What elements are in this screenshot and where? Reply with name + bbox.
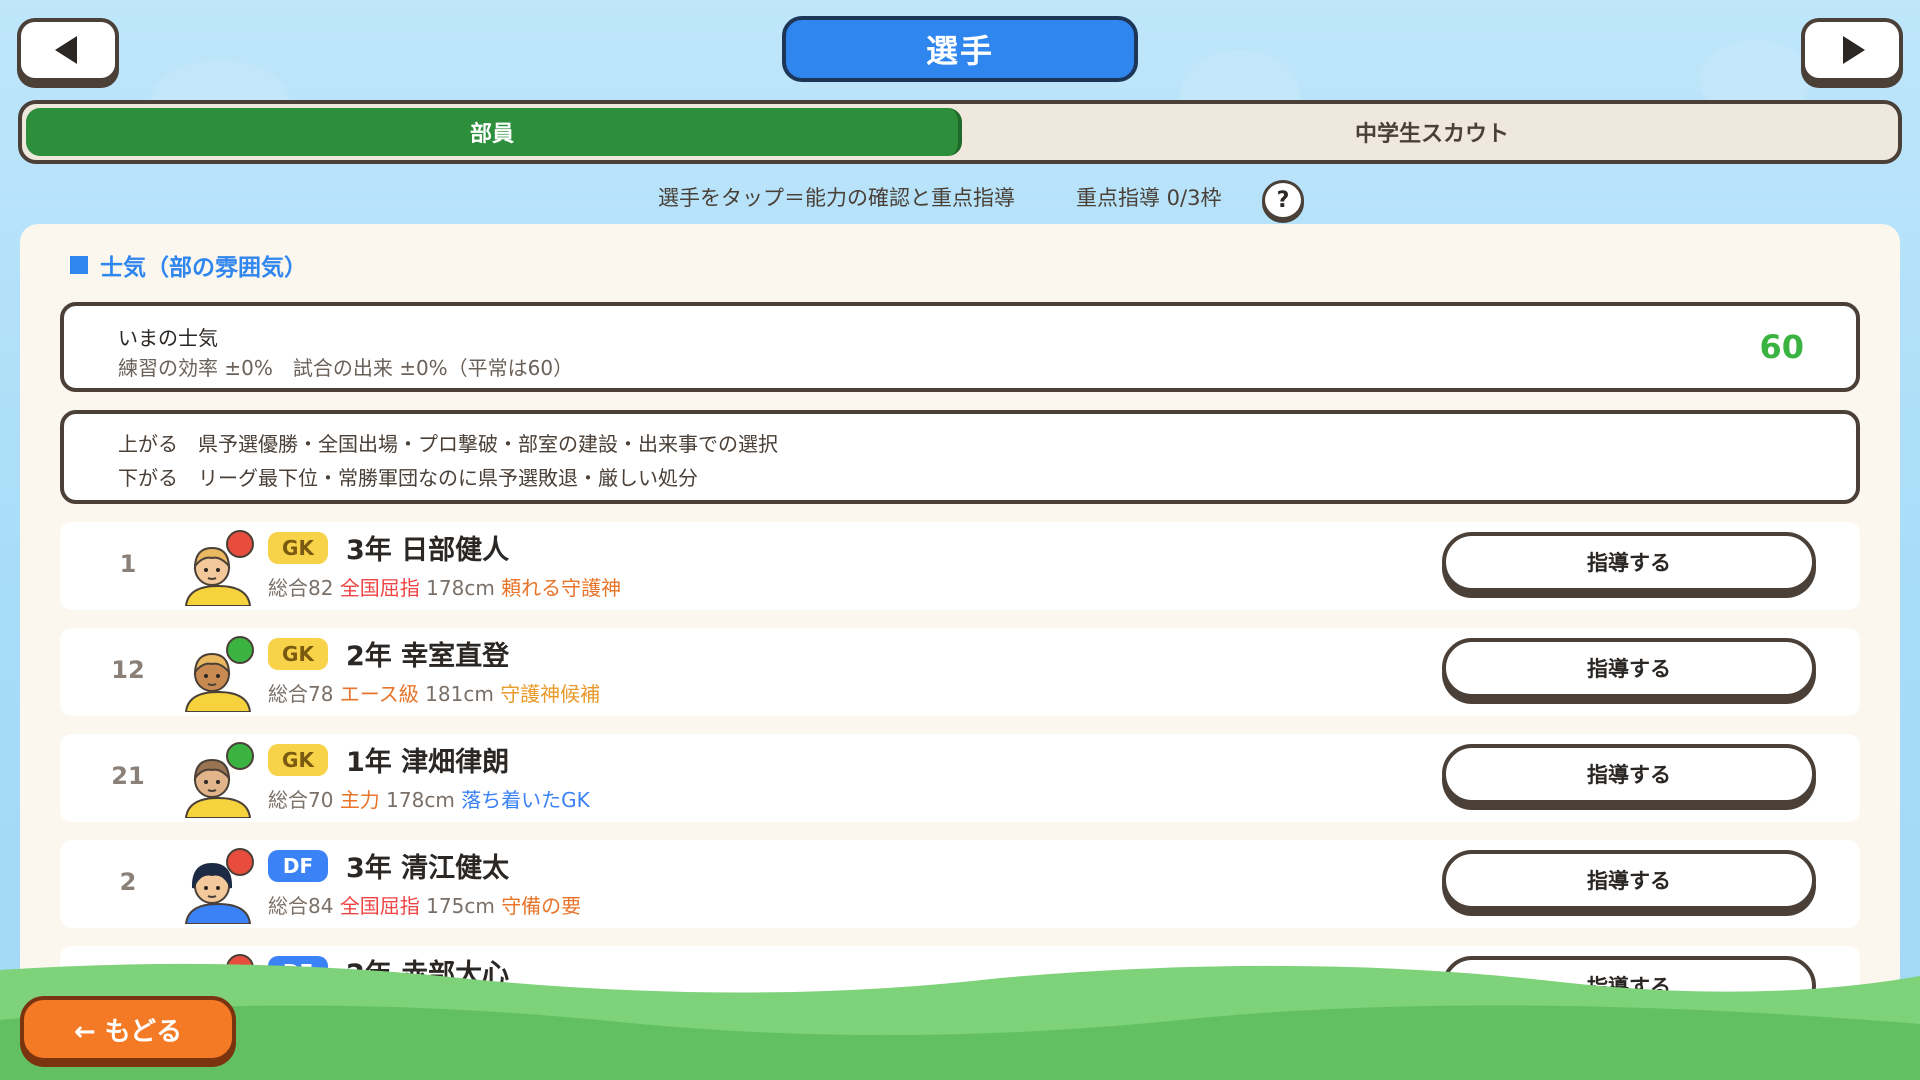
position-badge: GK xyxy=(268,638,328,670)
player-row[interactable]: 12 GK 2年 幸室直登 総合78 エース級 181cm 守護神候補 指導する xyxy=(60,628,1860,716)
triangle-right-icon xyxy=(1843,36,1865,64)
player-name: 3年 日部健人 xyxy=(346,535,510,566)
player-name: 1年 津畑律朗 xyxy=(346,747,510,778)
player-avatar-icon xyxy=(184,848,254,924)
tab-bar: 部員 中学生スカウト xyxy=(18,100,1902,164)
player-avatar-icon xyxy=(184,530,254,606)
player-rank: エース級 xyxy=(339,682,419,706)
position-badge: GK xyxy=(268,744,328,776)
player-height: 181cm xyxy=(425,682,494,706)
section-title: 士気（部の雰囲気） xyxy=(70,248,307,282)
player-height: 178cm xyxy=(386,788,455,812)
morale-rules-box: 上がる 県予選優勝・全国出場・プロ撃破・部室の建設・出来事での選択 下がる リー… xyxy=(60,410,1860,504)
morale-label: いまの士気 xyxy=(118,326,218,350)
player-name: 2年 幸室直登 xyxy=(346,641,510,672)
coach-button[interactable]: 指導する xyxy=(1442,850,1816,910)
morale-value: 60 xyxy=(1759,328,1804,366)
player-number: 21 xyxy=(111,762,145,790)
player-height: 178cm xyxy=(426,576,495,600)
morale-detail: 練習の効率 ±0% 試合の出来 ±0%（平常は60） xyxy=(118,356,574,380)
player-overall: 総合78 xyxy=(268,682,334,706)
player-height: 175cm xyxy=(426,894,495,918)
player-row[interactable]: 2 DF 3年 清江健太 総合84 全国屈指 175cm 守備の要 指導する xyxy=(60,840,1860,928)
player-number: 12 xyxy=(111,656,145,684)
tab-junior-scout[interactable]: 中学生スカウト xyxy=(966,104,1898,160)
next-button[interactable] xyxy=(1801,18,1903,82)
player-info: 総合82 全国屈指 178cm 頼れる守護神 xyxy=(268,572,621,601)
coach-button[interactable]: 指導する xyxy=(1442,638,1816,698)
coaching-quota: 重点指導 0/3枠 xyxy=(1076,186,1222,210)
morale-box: いまの士気 練習の効率 ±0% 試合の出来 ±0%（平常は60） 60 xyxy=(60,302,1860,392)
prev-button[interactable] xyxy=(17,18,119,82)
player-info: 総合70 主力 178cm 落ち着いたGK xyxy=(268,784,590,813)
player-avatar-icon xyxy=(184,636,254,712)
page-title: 選手 xyxy=(782,16,1138,82)
morale-rule-down: 下がる リーグ最下位・常勝軍団なのに県予選敗退・厳しい処分 xyxy=(118,466,698,490)
status-dot xyxy=(226,848,254,876)
help-button[interactable]: ? xyxy=(1262,180,1304,220)
instruction-text: 選手をタップ＝能力の確認と重点指導 xyxy=(658,186,1015,210)
player-row[interactable]: 21 GK 1年 津畑律朗 総合70 主力 178cm 落ち着いたGK 指導する xyxy=(60,734,1860,822)
player-trait: 落ち着いたGK xyxy=(461,788,590,812)
player-row[interactable]: 1 GK 3年 日部健人 総合82 全国屈指 178cm 頼れる守護神 指導する xyxy=(60,522,1860,610)
player-overall: 総合84 xyxy=(268,894,334,918)
player-rank: 全国屈指 xyxy=(339,894,420,918)
coach-button[interactable]: 指導する xyxy=(1442,744,1816,804)
status-dot xyxy=(226,742,254,770)
player-overall: 総合82 xyxy=(268,576,334,600)
player-avatar-icon xyxy=(184,742,254,818)
player-trait: 頼れる守護神 xyxy=(501,576,622,600)
player-name: 3年 清江健太 xyxy=(346,853,510,884)
info-line: 選手をタップ＝能力の確認と重点指導 重点指導 0/3枠 ? xyxy=(0,180,1920,220)
member-panel: 士気（部の雰囲気） いまの士気 練習の効率 ±0% 試合の出来 ±0%（平常は6… xyxy=(20,224,1900,994)
player-trait: 守備の要 xyxy=(501,894,582,918)
player-info: 総合78 エース級 181cm 守護神候補 xyxy=(268,678,600,707)
player-number: 2 xyxy=(119,868,137,896)
morale-rule-up: 上がる 県予選優勝・全国出場・プロ撃破・部室の建設・出来事での選択 xyxy=(118,432,778,456)
status-dot xyxy=(226,636,254,664)
tab-members[interactable]: 部員 xyxy=(26,108,962,156)
position-badge: DF xyxy=(268,850,328,882)
coach-button[interactable]: 指導する xyxy=(1442,532,1816,592)
back-button[interactable]: ← もどる xyxy=(20,996,236,1062)
square-bullet-icon xyxy=(70,256,88,274)
player-rank: 全国屈指 xyxy=(339,576,420,600)
triangle-left-icon xyxy=(55,36,77,64)
section-title-text: 士気（部の雰囲気） xyxy=(100,255,307,281)
player-overall: 総合70 xyxy=(268,788,334,812)
player-info: 総合84 全国屈指 175cm 守備の要 xyxy=(268,890,581,919)
ground-hills xyxy=(0,963,1920,1080)
status-dot xyxy=(226,530,254,558)
player-trait: 守護神候補 xyxy=(500,682,601,706)
player-number: 1 xyxy=(119,550,137,578)
position-badge: GK xyxy=(268,532,328,564)
player-rank: 主力 xyxy=(339,788,380,812)
